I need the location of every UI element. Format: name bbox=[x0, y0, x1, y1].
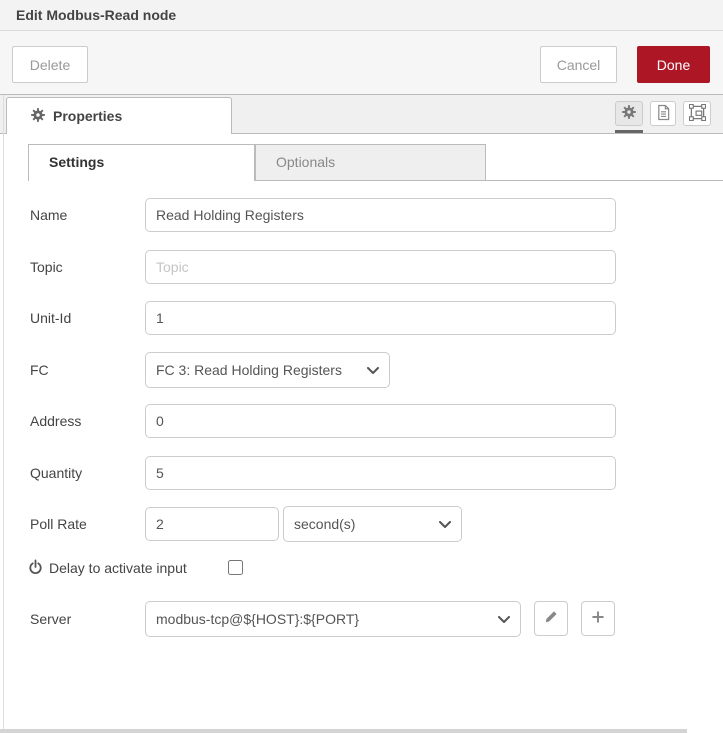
quantity-input[interactable] bbox=[145, 456, 616, 490]
plus-icon bbox=[591, 610, 605, 627]
properties-gear-button[interactable] bbox=[615, 101, 643, 126]
dialog-toolbar: Delete Cancel Done bbox=[0, 31, 723, 95]
fc-select[interactable]: FC 3: Read Holding Registers bbox=[145, 352, 390, 388]
quantity-label: Quantity bbox=[30, 465, 83, 481]
name-label: Name bbox=[30, 207, 68, 223]
delay-label: Delay to activate input bbox=[49, 560, 187, 576]
chevron-down-icon bbox=[439, 516, 451, 532]
panel-left-edge bbox=[3, 95, 4, 733]
edit-modbus-read-node-dialog: Edit Modbus-Read node Delete Cancel Done bbox=[0, 0, 723, 733]
editor-tab-bar: Properties bbox=[0, 95, 723, 134]
description-button[interactable] bbox=[650, 101, 676, 126]
active-icon-underline bbox=[615, 130, 643, 133]
cancel-button[interactable]: Cancel bbox=[540, 46, 617, 83]
server-select[interactable]: modbus-tcp@${HOST}:${PORT} bbox=[145, 601, 521, 637]
address-label: Address bbox=[30, 413, 82, 429]
tab-optionals[interactable]: Optionals bbox=[255, 144, 486, 181]
server-selected-value: modbus-tcp@${HOST}:${PORT} bbox=[156, 611, 360, 627]
dialog-title: Edit Modbus-Read node bbox=[16, 7, 177, 23]
topic-input[interactable] bbox=[145, 250, 616, 284]
edit-server-button[interactable] bbox=[534, 601, 568, 636]
delay-checkbox[interactable] bbox=[228, 560, 243, 575]
chevron-down-icon bbox=[367, 362, 379, 378]
tab-properties-label: Properties bbox=[53, 108, 123, 124]
appearance-icon bbox=[688, 103, 706, 124]
fc-label: FC bbox=[30, 362, 49, 378]
name-input[interactable] bbox=[145, 198, 616, 232]
poll-rate-label: Poll Rate bbox=[30, 516, 87, 532]
pencil-icon bbox=[544, 610, 558, 627]
topic-label: Topic bbox=[30, 259, 63, 275]
done-button[interactable]: Done bbox=[637, 46, 710, 83]
dialog-header: Edit Modbus-Read node bbox=[0, 0, 723, 31]
fc-selected-value: FC 3: Read Holding Registers bbox=[156, 362, 342, 378]
panel-bottom-edge bbox=[0, 729, 687, 733]
poll-rate-input[interactable] bbox=[145, 507, 279, 541]
tab-settings[interactable]: Settings bbox=[28, 144, 255, 181]
chevron-down-icon bbox=[498, 611, 510, 627]
description-icon bbox=[656, 104, 671, 124]
unit-id-input[interactable] bbox=[145, 301, 616, 335]
add-server-button[interactable] bbox=[581, 601, 615, 636]
power-icon bbox=[28, 559, 43, 578]
server-label: Server bbox=[30, 611, 72, 627]
address-input[interactable] bbox=[145, 404, 616, 438]
poll-rate-unit-select[interactable]: second(s) bbox=[283, 506, 462, 542]
gear-icon bbox=[31, 107, 45, 125]
delay-row: Delay to activate input bbox=[28, 557, 187, 579]
tab-properties[interactable]: Properties bbox=[6, 97, 232, 134]
unit-id-label: Unit-Id bbox=[30, 310, 72, 326]
appearance-button[interactable] bbox=[683, 101, 711, 126]
poll-rate-unit-value: second(s) bbox=[294, 516, 356, 532]
gear-icon bbox=[622, 105, 636, 122]
delete-button[interactable]: Delete bbox=[12, 46, 88, 83]
